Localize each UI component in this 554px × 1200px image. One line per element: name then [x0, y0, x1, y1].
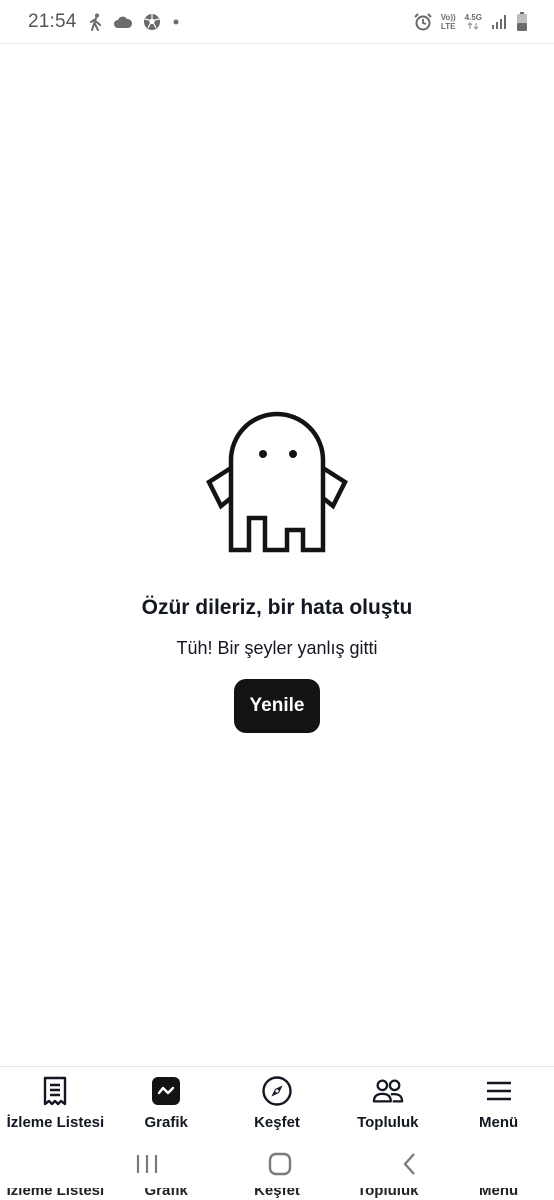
cut-off-label-explore: Keşfet	[254, 1188, 300, 1199]
back-icon[interactable]	[401, 1152, 419, 1181]
ghost-illustration	[206, 411, 348, 553]
bottom-tab-bar: İzleme Listesi Grafik Keşfet Topluluk Me…	[0, 1066, 554, 1140]
signal-icon	[491, 14, 507, 30]
status-left-icons	[89, 13, 181, 31]
cut-off-tab-labels: İzleme Listesi Grafik Keşfet Topluluk Me…	[0, 1188, 554, 1200]
cut-off-label-community: Topluluk	[357, 1188, 419, 1199]
tab-chart[interactable]: Grafik	[111, 1067, 222, 1140]
battery-icon	[516, 11, 528, 32]
tab-label-chart: Grafik	[144, 1114, 188, 1131]
reload-button[interactable]: Yenile	[233, 679, 321, 733]
cloud-icon	[113, 15, 133, 29]
chart-icon	[150, 1075, 182, 1107]
dot-icon	[171, 17, 181, 27]
cut-off-label-watchlist: İzleme Listesi	[6, 1188, 105, 1199]
error-title: Özür dileriz, bir hata oluştu	[141, 596, 413, 619]
tab-label-community: Topluluk	[357, 1114, 419, 1131]
tab-watchlist[interactable]: İzleme Listesi	[0, 1067, 111, 1140]
tab-community[interactable]: Topluluk	[332, 1067, 443, 1140]
community-icon	[372, 1075, 404, 1107]
error-subtitle: Tüh! Bir şeyler yanlış gitti	[176, 638, 378, 658]
watchlist-icon	[39, 1075, 71, 1107]
tab-label-menu: Menü	[479, 1114, 519, 1131]
status-time: 21:54	[28, 10, 77, 32]
status-bar: 21:54 Vo)) LTE 4.5G	[0, 0, 554, 44]
cut-off-label-menu: Menü	[479, 1188, 519, 1199]
compass-icon	[261, 1075, 293, 1107]
volte-top-label: Vo))	[440, 12, 456, 22]
tab-menu[interactable]: Menü	[443, 1067, 554, 1140]
app-screen: 21:54 Vo)) LTE 4.5G Özür dileriz, bir ha…	[0, 0, 554, 1200]
alarm-icon	[413, 12, 432, 31]
status-right-icons: Vo)) LTE 4.5G	[413, 11, 528, 32]
recent-apps-icon[interactable]	[135, 1153, 159, 1180]
menu-icon	[483, 1075, 515, 1107]
walking-icon	[89, 13, 103, 31]
error-state: Özür dileriz, bir hata oluştu Tüh! Bir ş…	[0, 398, 554, 733]
tab-explore[interactable]: Keşfet	[222, 1067, 333, 1140]
network-label: 4.5G	[464, 13, 482, 22]
tab-label-explore: Keşfet	[254, 1114, 300, 1131]
tab-label-watchlist: İzleme Listesi	[6, 1114, 105, 1131]
volte-bottom-label: LTE	[440, 21, 456, 31]
home-icon[interactable]	[268, 1152, 292, 1181]
volte-icon: Vo)) LTE	[441, 13, 456, 31]
cut-off-label-chart: Grafik	[144, 1188, 188, 1199]
system-navigation-bar	[0, 1140, 554, 1192]
soccer-ball-icon	[143, 13, 161, 31]
network-4-5g-icon: 4.5G	[465, 13, 482, 30]
